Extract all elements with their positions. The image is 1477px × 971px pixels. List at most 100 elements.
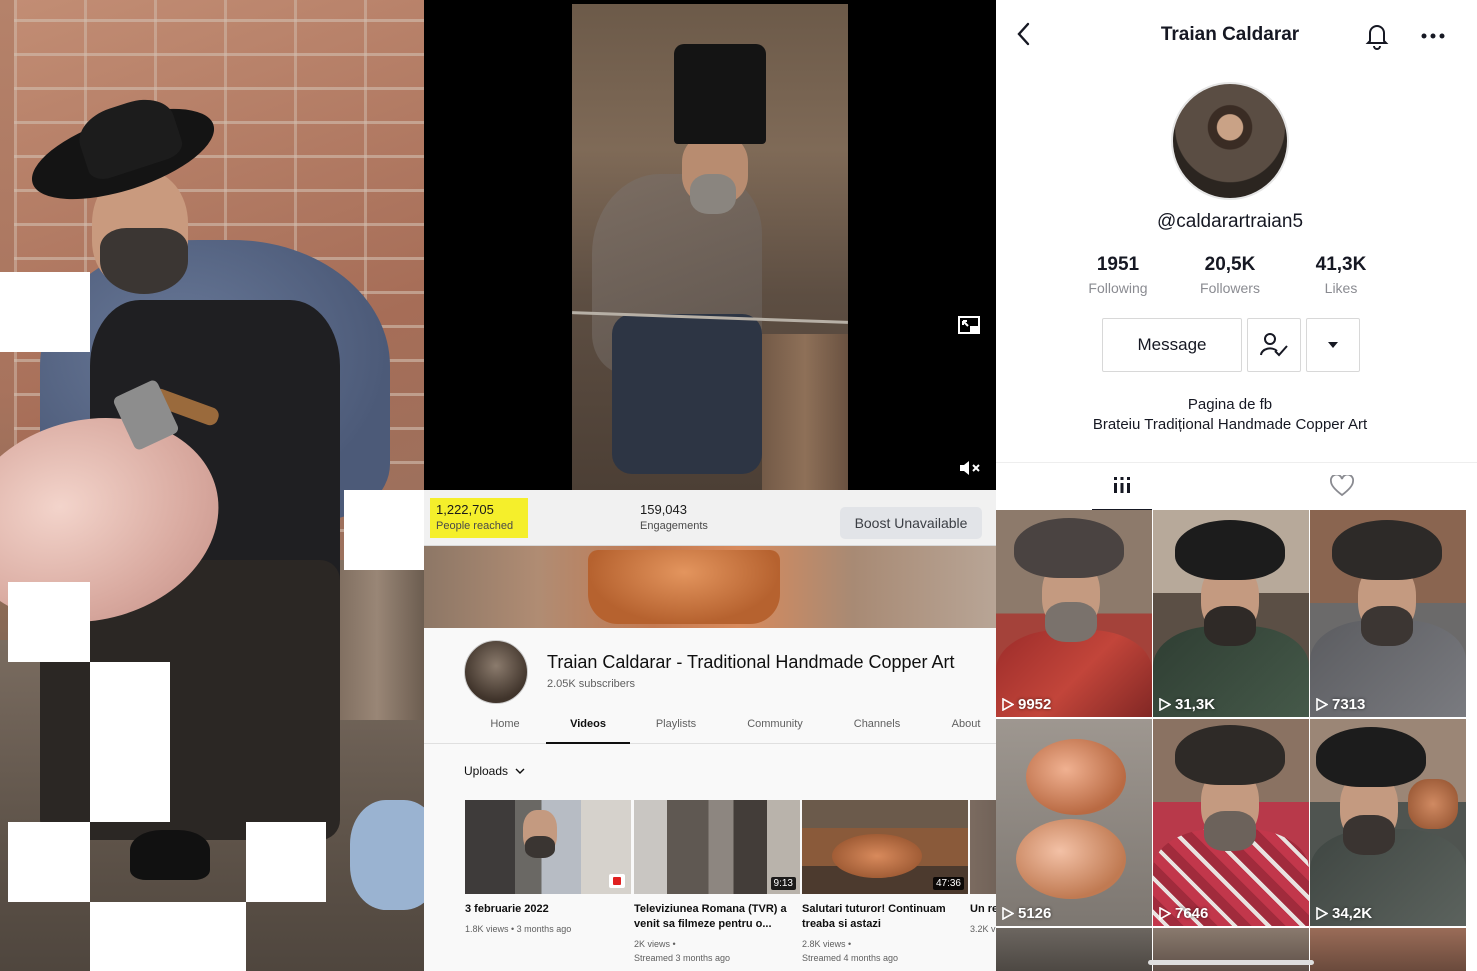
channel-banner	[424, 546, 996, 628]
following-count: 1951	[1096, 254, 1140, 275]
picture-in-picture-icon[interactable]	[958, 316, 982, 336]
view-count: 31,3K	[1159, 696, 1215, 713]
channel-avatar[interactable]	[464, 640, 528, 704]
video-grid-item[interactable]: 7646	[1153, 719, 1309, 926]
mask-block	[8, 582, 90, 662]
profile-display-name: Traian Caldarar	[1160, 24, 1300, 45]
likes-stat: 41,3K Likes	[1286, 254, 1396, 296]
boost-unavailable-button[interactable]: Boost Unavailable	[840, 507, 982, 539]
video-card[interactable]: Un re telev 3.2K v	[970, 800, 996, 936]
subscriber-count: 2.05K subscribers	[547, 678, 636, 690]
chevron-down-icon	[515, 764, 525, 778]
profile-tabs	[996, 462, 1477, 511]
profile-avatar[interactable]	[1171, 82, 1289, 200]
beard	[100, 228, 188, 294]
uploads-label: Uploads	[464, 764, 509, 778]
uploads-dropdown[interactable]: Uploads	[464, 764, 525, 778]
engagements-stat: 159,043 Engagements	[640, 502, 760, 532]
mask-block	[0, 272, 90, 352]
followers-label: Followers	[1200, 280, 1260, 296]
view-count: 7646	[1159, 905, 1208, 922]
bell-icon[interactable]	[1364, 20, 1390, 50]
live-badge-icon	[609, 874, 625, 888]
video-grid-item[interactable]	[996, 928, 1152, 971]
video-meta: 3.2K v	[970, 924, 996, 934]
video-views: 2K views •	[634, 939, 676, 949]
video-duration: 47:36	[932, 877, 964, 890]
people-reached-stat: 1,222,705 People reached	[430, 498, 528, 538]
tab-home[interactable]: Home	[482, 718, 528, 744]
video-grid-item[interactable]: 34,2K	[1310, 719, 1466, 926]
engagements-label: Engagements	[640, 520, 708, 532]
video-player[interactable]	[424, 0, 996, 490]
mask-block	[8, 822, 90, 902]
heart-icon[interactable]	[1312, 471, 1372, 511]
view-count: 7313	[1316, 696, 1365, 713]
video-thumbnail[interactable]	[465, 800, 631, 894]
mask-block	[246, 822, 326, 902]
video-title[interactable]: Televiziunea Romana (TVR) a venit sa fil…	[634, 902, 800, 932]
wood-stack	[330, 560, 424, 720]
video-thumbnail[interactable]: 9:13	[634, 800, 800, 894]
tiktok-profile: Traian Caldarar @caldarartraian5 1951 Fo…	[996, 0, 1477, 971]
play-icon	[1002, 906, 1015, 921]
collage-root: 1,222,705 People reached 159,043 Engagem…	[0, 0, 1477, 971]
shoe	[130, 830, 210, 880]
caret-down-icon[interactable]	[1306, 318, 1360, 372]
mask-block	[90, 662, 170, 822]
people-reached-value: 1,222,705	[436, 502, 494, 517]
coppersmith-photo	[0, 0, 424, 971]
grid-icon[interactable]	[1092, 471, 1152, 511]
video-grid-item[interactable]: 7313	[1310, 510, 1466, 717]
speaker-muted-icon[interactable]	[958, 458, 982, 478]
video-thumbnail[interactable]	[970, 800, 996, 894]
video-streamed: Streamed 4 months ago	[802, 953, 899, 963]
video-grid-item[interactable]: 5126	[996, 719, 1152, 926]
tab-playlists[interactable]: Playlists	[646, 718, 706, 744]
following-stat[interactable]: 1951 Following	[1063, 254, 1173, 296]
video-duration: 9:13	[770, 877, 796, 890]
bio-line: Pagina de fb	[1187, 396, 1273, 413]
legs	[612, 314, 762, 474]
video-card[interactable]: 3 februarie 2022 1.8K views • 3 months a…	[465, 800, 631, 936]
bio-line: Brateiu Tradițional Handmade Copper Art	[1092, 416, 1368, 433]
play-icon	[1002, 697, 1015, 712]
video-title[interactable]: Salutari tuturor! Continuam treaba si as…	[802, 902, 968, 932]
copper-pot	[588, 550, 780, 624]
tab-videos[interactable]: Videos	[546, 718, 630, 744]
view-count-value: 5126	[1018, 905, 1052, 922]
video-grid-item[interactable]: 31,3K	[1153, 510, 1309, 717]
video-card[interactable]: 47:36 Salutari tuturor! Continuam treaba…	[802, 800, 968, 965]
video-meta: 2K views • Streamed 3 months ago	[634, 937, 800, 965]
tab-community[interactable]: Community	[738, 718, 812, 744]
video-grid-item[interactable]	[1310, 928, 1466, 971]
video-title[interactable]: Un re telev	[970, 902, 996, 917]
engagements-value: 159,043	[640, 502, 687, 517]
fur-hat	[674, 44, 766, 144]
video-grid-item[interactable]: 9952	[996, 510, 1152, 717]
anvil	[762, 334, 848, 490]
youtube-channel-page: Traian Caldarar - Traditional Handmade C…	[424, 546, 996, 971]
home-indicator	[1148, 960, 1314, 965]
followers-count: 20,5K	[1204, 254, 1256, 275]
message-button[interactable]: Message	[1102, 318, 1242, 372]
tab-about[interactable]: About	[944, 718, 988, 744]
video-thumbnail[interactable]: 47:36	[802, 800, 968, 894]
mask-block	[344, 490, 424, 570]
profile-handle: @caldarartraian5	[1156, 211, 1304, 232]
followers-stat[interactable]: 20,5K Followers	[1175, 254, 1285, 296]
video-card[interactable]: 9:13 Televiziunea Romana (TVR) a venit s…	[634, 800, 800, 965]
play-icon	[1159, 906, 1172, 921]
video-title[interactable]: 3 februarie 2022	[465, 902, 631, 917]
video-streamed: Streamed 3 months ago	[634, 953, 731, 963]
video-meta: 2.8K views • Streamed 4 months ago	[802, 937, 968, 965]
video-meta: 1.8K views • 3 months ago	[465, 924, 572, 934]
tab-channels[interactable]: Channels	[846, 718, 908, 744]
video-views: 2.8K views •	[802, 939, 852, 949]
person-check-icon[interactable]	[1247, 318, 1301, 372]
mask-block	[90, 902, 246, 971]
people-reached-label: People reached	[436, 520, 514, 532]
following-label: Following	[1088, 280, 1148, 296]
likes-count: 41,3K	[1315, 254, 1367, 275]
more-icon[interactable]	[1420, 20, 1448, 56]
